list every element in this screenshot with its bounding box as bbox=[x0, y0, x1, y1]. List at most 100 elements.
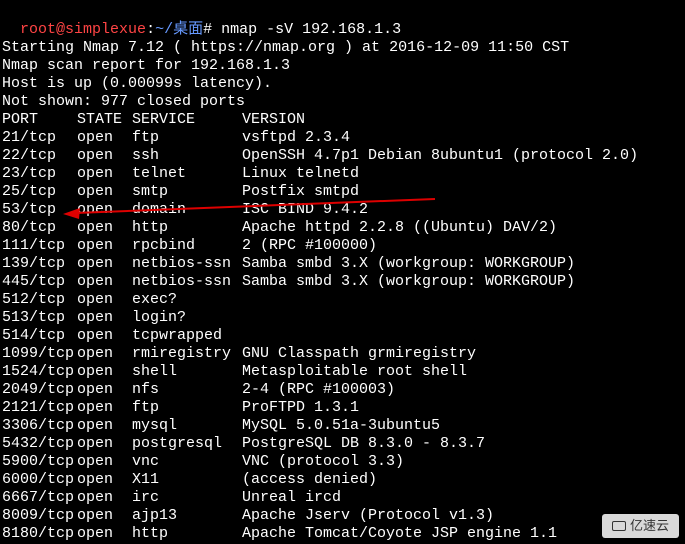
watermark-text: 亿速云 bbox=[630, 517, 669, 535]
cell-service: tcpwrapped bbox=[132, 327, 242, 345]
cell-service: netbios-ssn bbox=[132, 273, 242, 291]
cell-port: 21/tcp bbox=[2, 129, 77, 147]
cell-port: 445/tcp bbox=[2, 273, 77, 291]
table-row: 514/tcpopentcpwrapped bbox=[2, 327, 683, 345]
table-row: 6000/tcpopenX11(access denied) bbox=[2, 471, 683, 489]
prompt-host: simplexue bbox=[65, 21, 146, 38]
cell-service: exec? bbox=[132, 291, 242, 309]
table-row: 8180/tcpopenhttpApache Tomcat/Coyote JSP… bbox=[2, 525, 683, 543]
report-line: Nmap scan report for 192.168.1.3 bbox=[2, 57, 683, 75]
cell-service: login? bbox=[132, 309, 242, 327]
table-header: PORT STATE SERVICE VERSION bbox=[2, 111, 683, 129]
cell-version: GNU Classpath grmiregistry bbox=[242, 345, 683, 363]
cell-state: open bbox=[77, 255, 132, 273]
cell-state: open bbox=[77, 489, 132, 507]
cell-version: Samba smbd 3.X (workgroup: WORKGROUP) bbox=[242, 255, 683, 273]
cell-service: ftp bbox=[132, 399, 242, 417]
cell-port: 1524/tcp bbox=[2, 363, 77, 381]
table-row: 2121/tcpopenftpProFTPD 1.3.1 bbox=[2, 399, 683, 417]
cell-service: http bbox=[132, 525, 242, 543]
cell-port: 23/tcp bbox=[2, 165, 77, 183]
cell-port: 22/tcp bbox=[2, 147, 77, 165]
table-row: 445/tcpopennetbios-ssnSamba smbd 3.X (wo… bbox=[2, 273, 683, 291]
cell-port: 2121/tcp bbox=[2, 399, 77, 417]
table-row: 111/tcpopenrpcbind2 (RPC #100000) bbox=[2, 237, 683, 255]
cell-version: Samba smbd 3.X (workgroup: WORKGROUP) bbox=[242, 273, 683, 291]
table-row: 139/tcpopennetbios-ssnSamba smbd 3.X (wo… bbox=[2, 255, 683, 273]
cell-version: ProFTPD 1.3.1 bbox=[242, 399, 683, 417]
cell-port: 512/tcp bbox=[2, 291, 77, 309]
table-row: 80/tcpopenhttpApache httpd 2.2.8 ((Ubunt… bbox=[2, 219, 683, 237]
prompt-sep1: : bbox=[146, 21, 155, 38]
terminal-prompt[interactable]: root@simplexue:~/桌面# nmap -sV 192.168.1.… bbox=[2, 3, 683, 39]
cell-state: open bbox=[77, 363, 132, 381]
table-row: 6667/tcpopenircUnreal ircd bbox=[2, 489, 683, 507]
table-row: 2049/tcpopennfs2-4 (RPC #100003) bbox=[2, 381, 683, 399]
cell-service: domain bbox=[132, 201, 242, 219]
table-row: 5432/tcpopenpostgresqlPostgreSQL DB 8.3.… bbox=[2, 435, 683, 453]
cloud-icon bbox=[612, 521, 626, 531]
cell-port: 8180/tcp bbox=[2, 525, 77, 543]
cell-port: 25/tcp bbox=[2, 183, 77, 201]
cell-version bbox=[242, 309, 683, 327]
cell-state: open bbox=[77, 417, 132, 435]
table-row: 513/tcpopenlogin? bbox=[2, 309, 683, 327]
table-row: 25/tcpopensmtpPostfix smtpd bbox=[2, 183, 683, 201]
cell-state: open bbox=[77, 309, 132, 327]
cell-state: open bbox=[77, 237, 132, 255]
cell-state: open bbox=[77, 183, 132, 201]
cell-port: 6000/tcp bbox=[2, 471, 77, 489]
cell-version: Postfix smtpd bbox=[242, 183, 683, 201]
cell-port: 5900/tcp bbox=[2, 453, 77, 471]
starting-line: Starting Nmap 7.12 ( https://nmap.org ) … bbox=[2, 39, 683, 57]
cell-version: Linux telnetd bbox=[242, 165, 683, 183]
host-line: Host is up (0.00099s latency). bbox=[2, 75, 683, 93]
cell-state: open bbox=[77, 381, 132, 399]
header-service: SERVICE bbox=[132, 111, 242, 129]
cell-service: smtp bbox=[132, 183, 242, 201]
cell-version: Apache httpd 2.2.8 ((Ubuntu) DAV/2) bbox=[242, 219, 683, 237]
cell-service: rmiregistry bbox=[132, 345, 242, 363]
cell-port: 111/tcp bbox=[2, 237, 77, 255]
cell-state: open bbox=[77, 471, 132, 489]
cell-state: open bbox=[77, 291, 132, 309]
prompt-command: nmap -sV 192.168.1.3 bbox=[212, 21, 401, 38]
cell-service: mysql bbox=[132, 417, 242, 435]
cell-service: postgresql bbox=[132, 435, 242, 453]
cell-version: VNC (protocol 3.3) bbox=[242, 453, 683, 471]
cell-port: 1099/tcp bbox=[2, 345, 77, 363]
cell-port: 3306/tcp bbox=[2, 417, 77, 435]
table-row: 22/tcpopensshOpenSSH 4.7p1 Debian 8ubunt… bbox=[2, 147, 683, 165]
cell-service: shell bbox=[132, 363, 242, 381]
cell-port: 2049/tcp bbox=[2, 381, 77, 399]
prompt-user: root bbox=[20, 21, 56, 38]
table-row: 3306/tcpopenmysqlMySQL 5.0.51a-3ubuntu5 bbox=[2, 417, 683, 435]
cell-state: open bbox=[77, 327, 132, 345]
cell-port: 139/tcp bbox=[2, 255, 77, 273]
cell-port: 80/tcp bbox=[2, 219, 77, 237]
header-state: STATE bbox=[77, 111, 132, 129]
table-row: 1099/tcpopenrmiregistryGNU Classpath grm… bbox=[2, 345, 683, 363]
cell-state: open bbox=[77, 453, 132, 471]
cell-version: MySQL 5.0.51a-3ubuntu5 bbox=[242, 417, 683, 435]
cell-port: 5432/tcp bbox=[2, 435, 77, 453]
cell-state: open bbox=[77, 399, 132, 417]
cell-state: open bbox=[77, 147, 132, 165]
cell-version: PostgreSQL DB 8.3.0 - 8.3.7 bbox=[242, 435, 683, 453]
cell-state: open bbox=[77, 435, 132, 453]
table-row: 8009/tcpopenajp13Apache Jserv (Protocol … bbox=[2, 507, 683, 525]
cell-version: 2-4 (RPC #100003) bbox=[242, 381, 683, 399]
cell-port: 514/tcp bbox=[2, 327, 77, 345]
cell-state: open bbox=[77, 201, 132, 219]
scan-results: 21/tcpopenftpvsftpd 2.3.422/tcpopensshOp… bbox=[2, 129, 683, 543]
cell-version bbox=[242, 327, 683, 345]
cell-version: Metasploitable root shell bbox=[242, 363, 683, 381]
cell-service: ssh bbox=[132, 147, 242, 165]
cell-service: nfs bbox=[132, 381, 242, 399]
notshown-line: Not shown: 977 closed ports bbox=[2, 93, 683, 111]
cell-service: X11 bbox=[132, 471, 242, 489]
cell-service: rpcbind bbox=[132, 237, 242, 255]
cell-version: Unreal ircd bbox=[242, 489, 683, 507]
prompt-path: ~/桌面 bbox=[155, 21, 203, 38]
table-row: 512/tcpopenexec? bbox=[2, 291, 683, 309]
